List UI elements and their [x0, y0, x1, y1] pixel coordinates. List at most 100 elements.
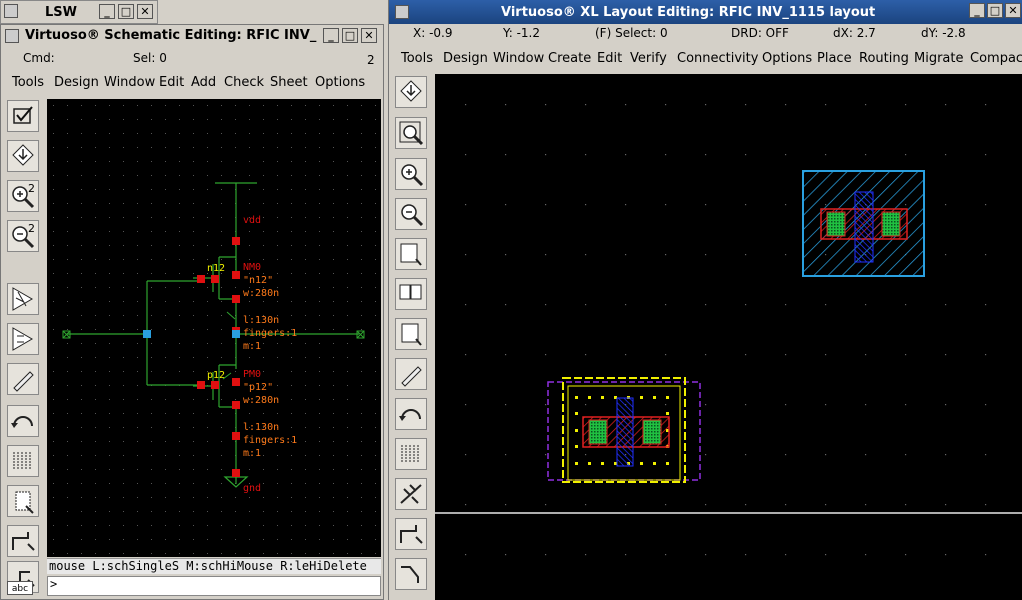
menu-window[interactable]: Window: [493, 51, 544, 66]
undo-button[interactable]: [395, 398, 427, 430]
schematic-cmd-bar: Cmd: Sel: 0 2: [1, 49, 383, 71]
menu-options[interactable]: Options: [315, 75, 365, 90]
cmd-label: Cmd:: [23, 51, 55, 65]
menu-sheet[interactable]: Sheet: [270, 75, 308, 90]
mouse-status-text: mouse L:schSingleS M:schHiMouse R:leHiDe…: [49, 559, 367, 573]
nm-l-label: l:130n: [243, 315, 280, 326]
bus-button[interactable]: [395, 438, 427, 470]
via-icon: [400, 484, 422, 504]
pmos-device: [802, 170, 925, 277]
instance-button[interactable]: [7, 485, 39, 517]
close-icon[interactable]: ✕: [361, 28, 377, 43]
pm-fingers-label: fingers:1: [243, 435, 298, 446]
ascend-button[interactable]: [7, 323, 39, 355]
undo-button[interactable]: [7, 405, 39, 437]
menu-connectivity[interactable]: Connectivity: [677, 51, 758, 66]
window-number: 2: [367, 53, 375, 67]
instance-button[interactable]: [395, 318, 427, 350]
menu-edit[interactable]: Edit: [159, 75, 184, 90]
zoom-out-button[interactable]: [395, 198, 427, 230]
menu-tools[interactable]: Tools: [401, 51, 433, 66]
nm-fingers-label: fingers:1: [243, 328, 298, 339]
close-icon[interactable]: ✕: [1005, 3, 1021, 18]
menu-compact[interactable]: Compact: [970, 51, 1022, 66]
menu-design[interactable]: Design: [443, 51, 488, 66]
menu-place[interactable]: Place: [817, 51, 852, 66]
pm-m-label: m:1: [243, 448, 262, 459]
svg-text:2: 2: [28, 222, 35, 235]
menu-options[interactable]: Options: [762, 51, 812, 66]
maximize-icon[interactable]: □: [987, 3, 1003, 18]
dx-value: dX: 2.7: [833, 26, 876, 40]
schematic-canvas[interactable]: vdd n12 NM0 "n12" w:280n l:130n fingers:…: [47, 99, 381, 557]
text-tool-button[interactable]: abc: [7, 581, 33, 595]
route-icon: [12, 532, 35, 551]
pm-w-label: w:280n: [243, 395, 280, 406]
descend-icon: [12, 287, 33, 311]
menu-create[interactable]: Create: [548, 51, 591, 66]
gnd-label: gnd: [243, 483, 262, 494]
minimize-icon[interactable]: _: [969, 3, 985, 18]
route2-button[interactable]: [395, 558, 427, 590]
layout-titlebar: Virtuoso® XL Layout Editing: RFIC INV_11…: [389, 0, 1022, 24]
check-save-button[interactable]: [7, 100, 39, 132]
path-button[interactable]: [395, 358, 427, 390]
zoom-out-icon: [401, 204, 424, 227]
window-menu-icon[interactable]: [395, 5, 409, 19]
coord-bar: X: -0.9 Y: -1.2 (F) Select: 0 DRD: OFF d…: [389, 24, 1022, 44]
route-button[interactable]: [395, 518, 427, 550]
y-coord: Y: -1.2: [503, 26, 541, 40]
zoom-in-button[interactable]: [395, 158, 427, 190]
zoom-in-button[interactable]: 2: [7, 180, 39, 212]
bus-icon: [13, 452, 31, 470]
menu-add[interactable]: Add: [191, 75, 216, 90]
save-diamond-icon: [400, 80, 422, 102]
save-button[interactable]: [395, 76, 427, 108]
maximize-icon[interactable]: □: [342, 28, 358, 43]
minimize-icon[interactable]: _: [323, 28, 339, 43]
via-button[interactable]: [395, 478, 427, 510]
contact-left: [588, 419, 608, 445]
route-button[interactable]: [7, 525, 39, 557]
nm-model-label: "n12": [243, 275, 274, 286]
abc-label: abc: [11, 584, 29, 594]
close-icon[interactable]: ✕: [137, 4, 153, 19]
window-menu-icon[interactable]: [5, 29, 19, 43]
split-view-button[interactable]: [395, 278, 427, 310]
menu-window[interactable]: Window: [104, 75, 155, 90]
zoom-fit-button[interactable]: [395, 117, 427, 149]
schematic-menubar: Tools Design Window Edit Add Check Sheet…: [1, 75, 383, 95]
zoom-out-button[interactable]: 2: [7, 220, 39, 252]
menu-routing[interactable]: Routing: [859, 51, 909, 66]
dy-value: dY: -2.8: [921, 26, 966, 40]
layout-menubar: Tools Design Window Create Edit Verify C…: [389, 51, 1022, 71]
sel-label: Sel: 0: [133, 51, 167, 65]
menu-tools[interactable]: Tools: [12, 75, 44, 90]
maximize-icon[interactable]: □: [118, 4, 134, 19]
n12-label: n12: [207, 263, 226, 274]
menu-verify[interactable]: Verify: [630, 51, 667, 66]
split-icon: [399, 284, 422, 300]
poly-gate: [616, 397, 634, 467]
minimize-icon[interactable]: _: [99, 4, 115, 19]
zoom-in-icon: [401, 164, 424, 187]
descend-button[interactable]: [7, 283, 39, 315]
save-diamond-icon: [12, 144, 34, 166]
menu-check[interactable]: Check: [224, 75, 264, 90]
layout-canvas[interactable]: [435, 74, 1022, 600]
bus-button[interactable]: [7, 445, 39, 477]
zoom-out-icon: 2: [12, 222, 35, 249]
save-button[interactable]: [7, 140, 39, 172]
layout-title: Virtuoso® XL Layout Editing: RFIC INV_11…: [501, 5, 876, 20]
pm-l-label: l:130n: [243, 422, 280, 433]
menu-migrate[interactable]: Migrate: [914, 51, 964, 66]
command-input[interactable]: >: [47, 576, 381, 596]
menu-edit[interactable]: Edit: [597, 51, 622, 66]
add-wire-button[interactable]: [7, 363, 39, 395]
route-icon: [400, 525, 423, 544]
window-menu-icon[interactable]: [4, 4, 18, 18]
pencil-icon: [13, 371, 34, 392]
rectangle-button[interactable]: [395, 238, 427, 270]
layout-window: Virtuoso® XL Layout Editing: RFIC INV_11…: [388, 0, 1022, 600]
menu-design[interactable]: Design: [54, 75, 99, 90]
